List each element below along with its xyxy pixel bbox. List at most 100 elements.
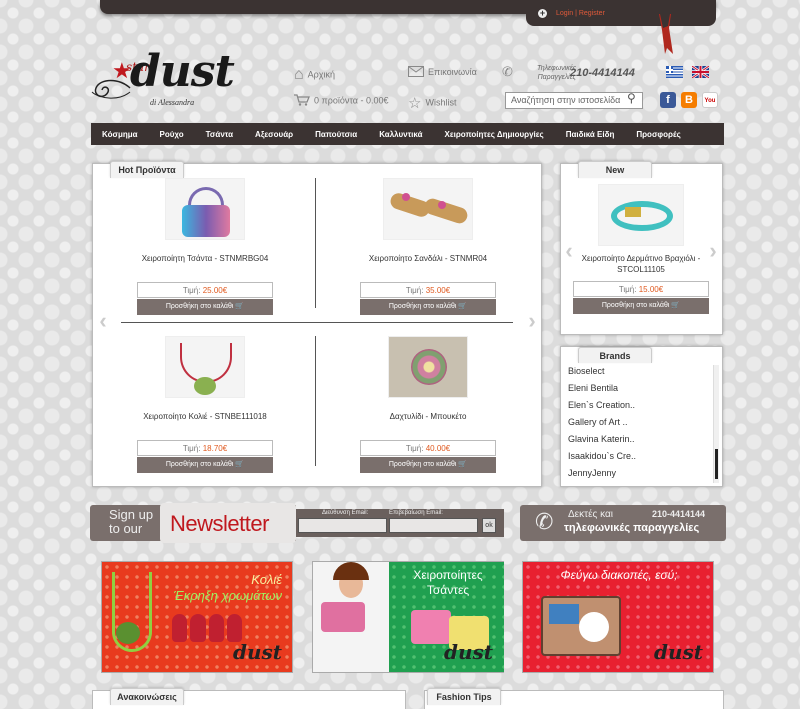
login-bar (526, 4, 716, 26)
product-image-bag[interactable] (165, 178, 245, 240)
banner-holidays[interactable]: Φεύγω διακοπές, εσύ; dust (522, 561, 714, 673)
confirm-email-label: Επιβεβαίωση Email: (389, 510, 443, 516)
banner-logo: dust (653, 640, 703, 664)
new-products-panel: New ‹ › Χειροποίητο Δερμάτινο Βραχιόλι -… (560, 161, 723, 335)
cart-label: 0 προϊόντα - 0.00€ (314, 95, 389, 106)
phone-orders-label-1: Δεκτές και (568, 509, 614, 520)
star-outline-icon: ☆ (408, 95, 422, 112)
product-card[interactable]: Χειροποίητο Δερμάτινο Βραχιόλι - STCOL11… (571, 184, 711, 314)
add-to-cart-button[interactable]: Προσθήκη στο καλάθι 🛒 (137, 299, 273, 315)
site-logo[interactable]: ★ star dust di Alessandra (90, 50, 280, 108)
logo-dust-text: dust (130, 46, 235, 97)
nav-item-clothing[interactable]: Ρούχο (149, 130, 195, 139)
brands-tab: Brands (578, 347, 652, 363)
price-value: 40.00€ (425, 444, 451, 453)
add-to-cart-label: Προσθήκη στο καλάθι (388, 303, 457, 310)
logo-subtitle: di Alessandra (150, 98, 195, 107)
uk-flag-icon[interactable] (692, 66, 709, 78)
add-to-cart-label: Προσθήκη στο καλάθι (165, 303, 234, 310)
blogger-icon[interactable]: B (681, 92, 697, 108)
greek-flag-icon[interactable] (666, 66, 683, 78)
scrollbar[interactable] (713, 365, 719, 483)
brand-item[interactable]: Eleni Bentila (561, 380, 711, 397)
banner-necklaces[interactable]: Κολιέ Έκρηξη χρωμάτων dust (101, 561, 293, 673)
prev-arrow-icon[interactable]: ‹ (97, 310, 109, 332)
brands-list: Bioselect Eleni Bentila Elen`s Creation.… (561, 363, 711, 482)
announcements-panel: Ανακοινώσεις (92, 688, 406, 709)
banner-bags[interactable]: Χειροποίητες Τσάντες dust (312, 561, 504, 673)
banner-subtitle: Έκρηξη χρωμάτων (173, 588, 282, 603)
announcements-tab: Ανακοινώσεις (110, 688, 184, 705)
product-name[interactable]: Χειροποίητο Σανδάλι - STNMR04 (358, 254, 498, 263)
banner-title: Φεύγω διακοπές, εσύ; (560, 568, 678, 582)
add-to-cart-button[interactable]: Προσθήκη στο καλάθι 🛒 (360, 457, 496, 473)
product-name[interactable]: Χειροποίητη Τσάντα - STNMRBG04 (135, 254, 275, 263)
product-name[interactable]: Δαχτυλίδι - Μπουκέτο (358, 412, 498, 421)
nav-item-offers[interactable]: Προσφορές (625, 130, 691, 139)
email-label: Διεύθυνση Email: (322, 510, 369, 516)
nav-item-handmade[interactable]: Χειροποίητες Δημιουργίες (434, 130, 555, 139)
product-card[interactable]: Δαχτυλίδι - Μπουκέτο Τιμή: 40.00€ Προσθή… (358, 336, 498, 473)
email-input[interactable] (298, 518, 387, 533)
login-register-link[interactable]: Login | Register (556, 10, 605, 17)
add-to-cart-label: Προσθήκη στο καλάθι (601, 302, 670, 309)
newsletter-ok-button[interactable]: ok (482, 518, 496, 533)
add-to-cart-button[interactable]: Προσθήκη στο καλάθι 🛒 (137, 457, 273, 473)
nav-item-accessories[interactable]: Αξεσουάρ (244, 130, 304, 139)
price-box: Τιμή: 35.00€ (360, 282, 496, 298)
product-image-bracelet[interactable] (598, 184, 684, 246)
brand-item[interactable]: Bioselect (561, 363, 711, 380)
facebook-icon[interactable]: f (660, 92, 676, 108)
search-icon[interactable]: ⚲ (627, 91, 643, 109)
product-name[interactable]: Χειροποίητο Κολιέ - STNBE111018 (135, 412, 275, 421)
confirm-email-input[interactable] (389, 518, 478, 533)
brand-item[interactable]: Glavina Katerin.. (561, 431, 711, 448)
cart-icon: 🛒 (235, 461, 245, 468)
contact-link[interactable]: Επικοινωνία (408, 66, 477, 79)
product-image-necklace[interactable] (165, 336, 245, 398)
fashion-tips-panel: Fashion Tips (424, 688, 724, 709)
product-card[interactable]: Χειροποίητο Σανδάλι - STNMR04 Τιμή: 35.0… (358, 178, 498, 315)
product-name[interactable]: Χειροποίητο Δερμάτινο Βραχιόλι - STCOL11… (571, 253, 711, 275)
nav-item-shoes[interactable]: Παπούτσια (304, 130, 368, 139)
banner-subtitle: Τσάντες (426, 583, 470, 597)
search-input[interactable]: Αναζήτηση στην ιστοσελίδα (505, 92, 643, 109)
youtube-icon[interactable]: You (702, 92, 718, 108)
newsletter-signup: Sign up to our (109, 507, 154, 536)
product-image-ring[interactable] (388, 336, 468, 398)
banner-logo: dust (232, 640, 282, 664)
add-to-cart-button[interactable]: Προσθήκη στο καλάθι 🛒 (360, 299, 496, 315)
brand-item[interactable]: Isaakidou`s Cre.. (561, 448, 711, 465)
divider (315, 336, 316, 466)
cart-icon (294, 94, 310, 108)
brand-item[interactable]: Elen`s Creation.. (561, 397, 711, 414)
nav-item-cosmetics[interactable]: Καλλυντικά (368, 130, 433, 139)
cart-link[interactable]: 0 προϊόντα - 0.00€ (294, 94, 389, 108)
nav-item-bags[interactable]: Τσάντα (195, 130, 244, 139)
contact-label: Επικοινωνία (428, 66, 477, 77)
product-image-sandal[interactable] (383, 178, 473, 240)
home-link[interactable]: ⌂ Αρχική (294, 66, 335, 84)
brands-panel: Brands Bioselect Eleni Bentila Elen`s Cr… (560, 346, 723, 487)
home-icon: ⌂ (294, 66, 304, 83)
plus-icon: + (538, 8, 547, 18)
product-card[interactable]: Χειροποίητο Κολιέ - STNBE111018 Τιμή: 18… (135, 336, 275, 473)
new-tab: New (578, 161, 652, 178)
wishlist-link[interactable]: ☆ Wishlist (408, 94, 456, 112)
next-arrow-icon[interactable]: › (526, 310, 538, 332)
cart-icon: 🛒 (458, 303, 468, 310)
brand-item[interactable]: Gallery of Art .. (561, 414, 711, 431)
mail-icon (408, 66, 424, 79)
price-value: 15.00€ (638, 285, 664, 294)
nav-item-jewelry[interactable]: Κόσμημα (91, 130, 149, 139)
add-to-cart-button[interactable]: Προσθήκη στο καλάθι 🛒 (573, 298, 709, 314)
price-box: Τιμή: 18.70€ (137, 440, 273, 456)
nav-item-kids[interactable]: Παιδικά Είδη (555, 130, 626, 139)
product-card[interactable]: Χειροποίητη Τσάντα - STNMRBG04 Τιμή: 25.… (135, 178, 275, 315)
price-box: Τιμή: 40.00€ (360, 440, 496, 456)
price-label: Τιμή: (405, 286, 424, 295)
divider (315, 178, 316, 308)
brand-item[interactable]: JennyJenny (561, 465, 711, 482)
price-value: 35.00€ (425, 286, 451, 295)
newsletter-title: Newsletter (170, 511, 269, 536)
